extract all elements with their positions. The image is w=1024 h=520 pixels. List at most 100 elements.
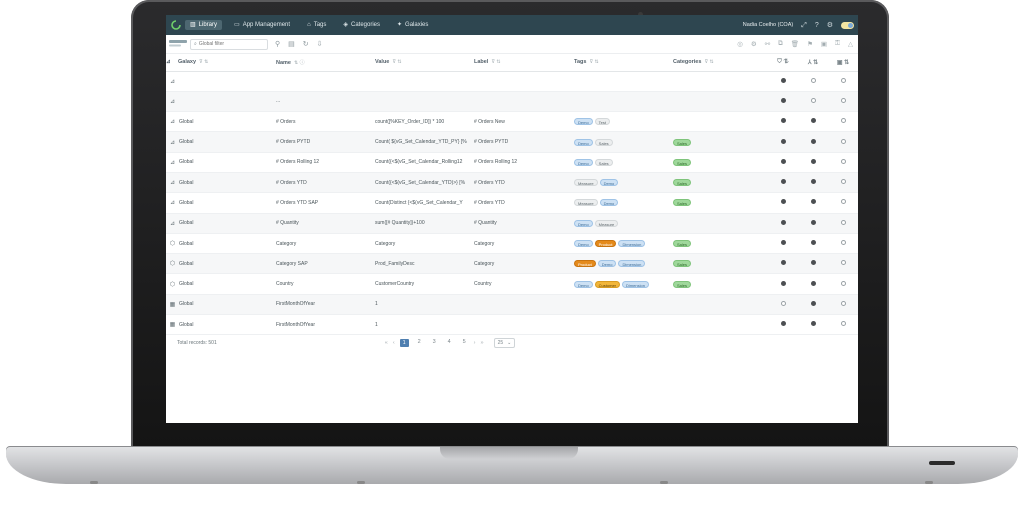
settings-icon[interactable]: ⚙ [827,22,833,29]
tag-badge[interactable]: Demo [599,199,619,207]
tag-badge[interactable]: Sales [594,138,613,146]
category-badge[interactable]: Sales [673,240,692,248]
header-flag-archive[interactable]: ▣ ⇅ [828,54,858,72]
category-badge[interactable]: Sales [673,260,692,268]
tag-badge[interactable]: Demo [574,118,593,126]
table-row[interactable]: ▦ Global FirstMonthOfYear 1 [166,294,858,316]
radio-on[interactable] [810,138,816,144]
link-icon[interactable]: ⚯ [765,40,770,48]
table-row[interactable]: ⊿ Global # Orders YTD Count({<$(vG_Set_Cale… [166,172,858,194]
tag-badge[interactable]: Demo [574,138,593,146]
radio-on[interactable] [780,321,786,327]
user-name[interactable]: Nadia Coelho (COA) [743,22,793,28]
radio-off[interactable] [840,300,846,306]
page-button[interactable]: 2 [415,339,424,347]
table-row[interactable]: ⬡ Global Country CustomerCountry Country Demo… [166,273,858,295]
table-row[interactable]: ⊿ [166,71,858,92]
export-icon[interactable]: ⇩ [317,40,323,48]
sort-icon[interactable]: ⊽ ⇅ [704,59,713,65]
tag-badge[interactable]: Sales [594,158,613,166]
page-button[interactable]: 1 [399,339,409,348]
tag-badge[interactable]: Measure [574,199,598,207]
nav-item-tags[interactable]: ⌂ Tags [302,20,331,30]
category-badge[interactable]: Sales [673,179,692,187]
radio-on[interactable] [780,158,786,164]
radio-off[interactable] [840,97,846,103]
tag-badge[interactable]: Measure [574,179,598,187]
last-page-icon[interactable]: » [481,340,484,346]
table-row[interactable]: ▦ Global FirstMonthOfYear 1 [166,314,858,336]
table-row[interactable]: ⊿ Global # Orders Rolling 12 Count({<$(vG_S… [166,152,858,173]
page-button[interactable]: 4 [445,339,454,347]
header-flag-shield[interactable]: ⛉ ⇅ [768,54,798,72]
header-galaxy[interactable]: Galaxy ⊽ ⇅ [178,54,276,72]
radio-on[interactable] [780,199,786,205]
help-icon[interactable]: ? [815,22,819,29]
table-row[interactable]: ⬡ Global Category Category Category Demo Produ… [166,233,858,255]
first-page-icon[interactable]: « [385,340,388,346]
alert-icon[interactable]: △ [848,40,853,48]
nav-item-app-management[interactable]: ▭ App Management [229,20,295,30]
table-row[interactable]: ⊿ Global # Orders count([%KEY_Order_ID]) * … [166,111,858,133]
tag-badge[interactable]: Dimension [618,260,646,268]
radio-on[interactable] [780,240,786,246]
tag-badge[interactable]: Dimension [622,280,649,288]
radio-on[interactable] [810,240,816,246]
header-label[interactable]: Label ⊽ ⇅ [474,54,574,72]
radio-on[interactable] [810,118,816,124]
nav-item-categories[interactable]: ◈ Categories [338,20,385,30]
header-tags[interactable]: Tags ⊽ ⇅ [574,54,673,72]
radio-on[interactable] [810,260,816,266]
radio-off[interactable] [840,240,846,246]
radio-off[interactable] [810,77,816,83]
refresh-icon[interactable]: ↻ [303,40,309,48]
share-icon[interactable]: ⚑ [807,40,813,48]
radio-on[interactable] [780,97,786,103]
radio-on[interactable] [780,219,786,225]
sort-icon[interactable]: ⊽ ⇅ [392,59,401,65]
global-filter[interactable]: ⌕ [190,38,268,50]
filter-icon[interactable]: ⚲ [275,40,280,48]
radio-off[interactable] [810,97,816,103]
settings-icon[interactable]: ⚙ [751,40,757,48]
radio-on[interactable] [810,280,816,286]
tag-badge[interactable]: Measure [594,219,619,227]
radio-on[interactable] [780,118,786,124]
radio-off[interactable] [840,179,846,185]
radio-on[interactable] [810,199,816,205]
radio-on[interactable] [780,77,786,83]
radio-on[interactable] [780,260,786,266]
radio-off[interactable] [840,260,846,266]
category-badge[interactable]: Sales [673,199,692,207]
tag-badge[interactable]: Customer [594,280,621,288]
radio-on[interactable] [810,158,816,164]
nav-item-library[interactable]: ▥ Library [185,20,223,30]
header-name[interactable]: Name ⇅ ⓘ [276,54,375,72]
table-row[interactable]: ⊿... [166,91,858,113]
radio-on[interactable] [810,300,816,306]
sort-icon[interactable]: ⇅ ⓘ [294,60,305,66]
page-size-select[interactable]: 25 ⌄ [493,338,516,349]
expand-icon[interactable]: ⤢ [801,22,807,29]
radio-on[interactable] [780,138,786,144]
tag-badge[interactable]: Demo [597,260,617,268]
sort-icon[interactable]: ⊽ ⇅ [589,59,598,65]
category-badge[interactable]: Sales [673,280,692,288]
page-button[interactable]: 3 [430,339,439,347]
tag-badge[interactable]: Demo [599,179,619,187]
tag-badge[interactable]: Demo [574,158,593,166]
table-row[interactable]: ⊿ Global # Orders YTD SAP Count(Distinct {<… [166,192,858,214]
prev-page-icon[interactable]: ‹ [393,340,395,346]
category-badge[interactable]: Sales [673,158,692,166]
tag-badge[interactable]: Test [594,118,611,126]
table-row[interactable]: ⬡ Global Category SAP Prod_FamilyDesc Catego… [166,253,858,275]
tag-badge[interactable]: Product [574,260,596,268]
radio-on[interactable] [810,321,816,327]
archive-icon[interactable]: ▣ [821,40,827,48]
nav-item-galaxies[interactable]: ✦ Galaxies [392,20,433,30]
radio-on[interactable] [810,179,816,185]
radio-on[interactable] [780,179,786,185]
radio-off[interactable] [840,321,846,327]
search-input[interactable] [198,41,261,47]
radio-off[interactable] [840,199,846,205]
